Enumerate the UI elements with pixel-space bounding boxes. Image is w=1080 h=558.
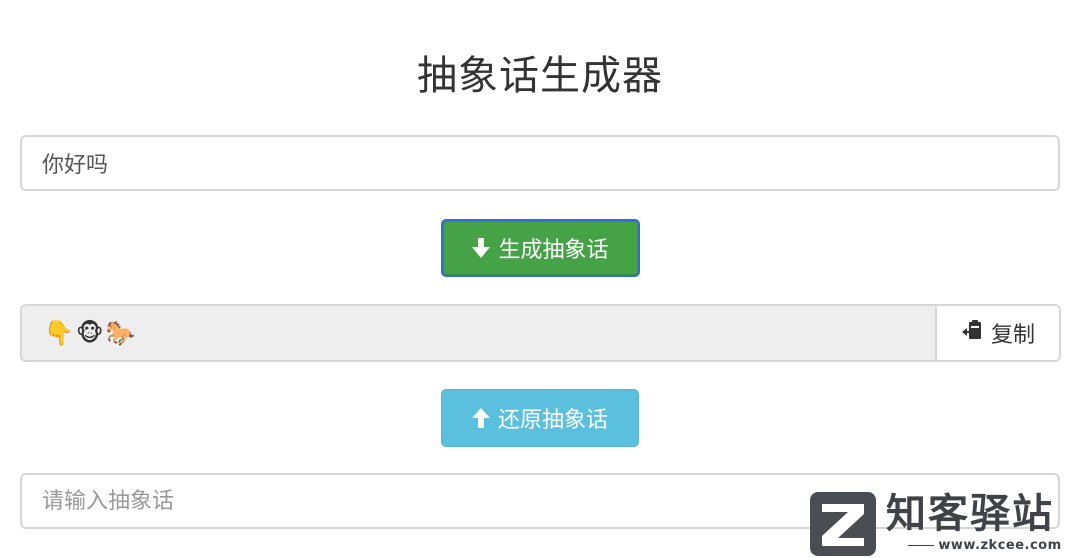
page-title: 抽象话生成器 [417,53,663,99]
copy-button[interactable]: 复制 [935,306,1059,360]
source-text-input[interactable] [20,135,1060,191]
watermark-name: 知客驿站 [886,491,1054,537]
output-group: 👇🐵🐎 复制 [20,304,1061,362]
arrow-up-icon [471,407,490,429]
output-field[interactable]: 👇🐵🐎 [22,306,935,360]
arrow-down-icon [472,237,491,259]
restore-button[interactable]: 还原抽象话 [441,389,639,447]
page: 抽象话生成器 生成抽象话 👇🐵🐎 复制 [0,0,1080,558]
copy-button-label: 复制 [990,323,1035,348]
restore-button-label: 还原抽象话 [497,408,608,433]
zkcee-logo-icon [810,492,876,556]
watermark: 知客驿站 www.zkcee.com [808,490,1080,558]
output-text: 👇🐵🐎 [44,319,138,347]
generate-button[interactable]: 生成抽象话 [441,219,640,277]
clipboard-icon [961,319,983,347]
watermark-url: www.zkcee.com [888,538,1078,558]
generate-button-label: 生成抽象话 [498,238,609,263]
